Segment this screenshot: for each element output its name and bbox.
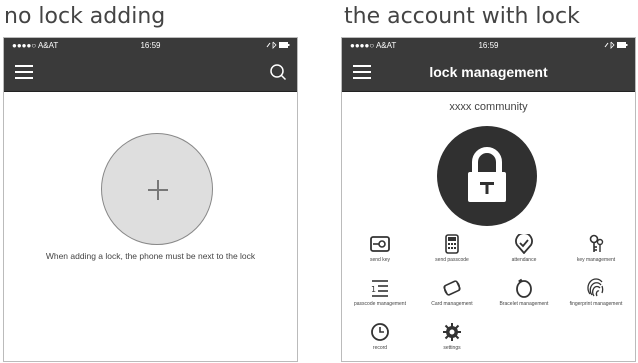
caption-no-lock: no lock adding: [4, 4, 166, 29]
grid-label: attendance: [511, 257, 537, 263]
grid-label: send key: [369, 257, 390, 263]
grid-label: send passcode: [435, 257, 469, 263]
clock-icon: [371, 323, 389, 341]
lock-icon[interactable]: [437, 126, 537, 226]
grid-label: key management: [576, 257, 616, 263]
bracelet-icon: [516, 278, 532, 298]
status-bar: ●●●●○ A&AT 16:59: [342, 38, 635, 54]
record-button[interactable]: record: [344, 322, 416, 351]
grid-label: record: [372, 345, 388, 351]
grid-label: fingerprint management: [569, 301, 623, 307]
key-icon: [370, 236, 390, 252]
calculator-icon: [445, 234, 459, 254]
send-passcode-button[interactable]: send passcode: [416, 234, 488, 263]
nav-bar: [4, 54, 297, 92]
grid-label: passcode management: [354, 301, 406, 307]
grid-label: Card management: [431, 301, 473, 307]
page-title: lock management: [429, 64, 548, 80]
add-lock-hint: When adding a lock, the phone must be ne…: [45, 251, 256, 261]
phone-screen-lock-management: ●●●●○ A&AT 16:59 lock management xxxx co…: [341, 37, 636, 362]
card-management-button[interactable]: Card management: [416, 278, 488, 307]
grid-label: settings: [443, 345, 461, 351]
check-pin-icon: [515, 234, 533, 254]
time-text: 16:59: [478, 41, 499, 50]
card-icon: [443, 280, 461, 296]
menu-icon[interactable]: [15, 65, 33, 79]
phone-screen-no-lock: ●●●●○ A&AT 16:59 When adding a lock, the…: [3, 37, 298, 362]
bracelet-management-button[interactable]: Bracelet management: [488, 278, 560, 307]
add-lock-button[interactable]: [101, 133, 213, 245]
plus-icon-vertical: [157, 180, 159, 200]
battery-icon: [603, 41, 629, 51]
community-name: xxxx community: [449, 101, 528, 113]
status-bar: ●●●●○ A&AT 16:59: [4, 38, 297, 54]
svg-text:1: 1: [371, 285, 376, 294]
nav-bar: lock management: [342, 54, 635, 92]
fingerprint-management-button[interactable]: fingerprint management: [560, 278, 632, 307]
fingerprint-icon: [587, 278, 604, 297]
time-text: 16:59: [140, 41, 161, 50]
key-management-button[interactable]: key management: [560, 234, 632, 263]
list-icon: 1: [371, 280, 388, 297]
search-icon[interactable]: [269, 63, 287, 81]
battery-icon: [265, 41, 291, 51]
settings-button[interactable]: settings: [416, 322, 488, 351]
attendance-button[interactable]: attendance: [488, 234, 560, 263]
caption-with-lock: the account with lock: [344, 4, 580, 29]
grid-label: Bracelet management: [499, 301, 549, 307]
gear-icon: [443, 323, 461, 341]
keys-icon: [589, 234, 604, 252]
passcode-management-button[interactable]: 1 passcode management: [344, 278, 416, 307]
send-key-button[interactable]: send key: [344, 234, 416, 263]
